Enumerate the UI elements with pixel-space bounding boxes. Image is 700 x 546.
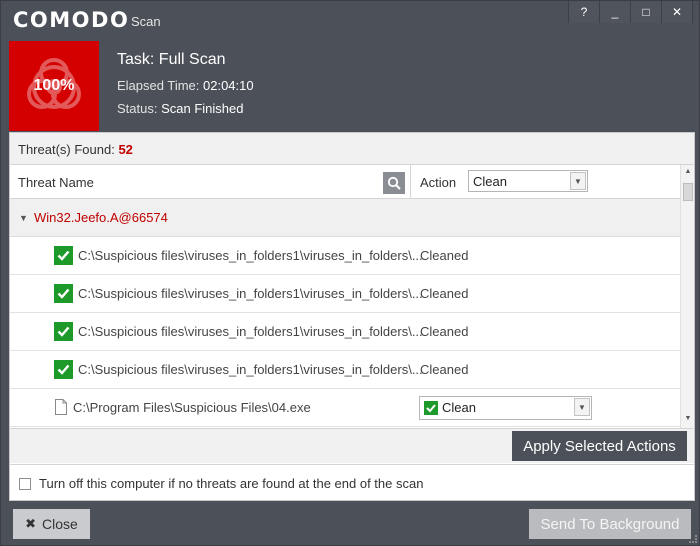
progress-percent: 100% (33, 77, 75, 94)
vertical-scrollbar[interactable]: ▲ ▼ (680, 165, 694, 428)
options-bar: Turn off this computer if no threats are… (10, 464, 694, 500)
threat-path: C:\Program Files\Suspicious Files\04.exe (73, 400, 311, 415)
collapse-arrow-icon[interactable]: ▼ (19, 213, 28, 223)
chevron-down-icon: ▼ (570, 172, 586, 190)
close-label: Close (42, 516, 78, 532)
table-row[interactable]: C:\Suspicious files\viruses_in_folders1\… (10, 313, 680, 351)
elapsed-line: Elapsed Time: 02:04:10 (117, 78, 254, 93)
window-controls: ? _ □ ✕ (568, 1, 693, 23)
elapsed-label: Elapsed Time: (117, 78, 200, 93)
table-row[interactable]: C:\Program Files\Suspicious Files\04.exe… (10, 389, 680, 427)
scroll-up-icon[interactable]: ▲ (681, 168, 695, 178)
threat-result: Cleaned (420, 324, 469, 339)
column-threat-name: Threat Name (18, 175, 94, 190)
threat-path: C:\Suspicious files\viruses_in_folders1\… (78, 362, 423, 377)
window-title: Scan (131, 14, 161, 29)
task-value: Full Scan (158, 51, 226, 68)
table-row[interactable]: C:\Suspicious files\viruses_in_folders1\… (10, 237, 680, 275)
apply-selected-actions-button[interactable]: Apply Selected Actions (512, 431, 687, 461)
scroll-down-icon[interactable]: ▼ (681, 415, 695, 425)
bulk-action-select[interactable]: Clean ▼ (468, 170, 588, 192)
table-row[interactable]: C:\Suspicious files\viruses_in_folders1\… (10, 351, 680, 389)
scan-status-header: 100% Task: Full Scan Elapsed Time: 02:04… (9, 41, 695, 131)
threat-group-row[interactable]: ▼ Win32.Jeefo.A@66574 (10, 199, 680, 237)
search-icon (387, 176, 401, 190)
close-icon: ✖ (25, 516, 37, 531)
scan-window: COMODO Scan ? _ □ ✕ 100% Task: Full Scan… (0, 0, 700, 546)
minimize-button[interactable]: _ (599, 1, 631, 23)
app-logo: COMODO (13, 8, 130, 32)
row-action-select[interactable]: Clean ▼ (419, 396, 592, 420)
threats-found-bar: Threat(s) Found: 52 (10, 133, 694, 165)
results-panel: Threat(s) Found: 52 Threat Name Action C… (9, 132, 695, 501)
chevron-down-icon: ▼ (574, 398, 590, 416)
shutdown-label: Turn off this computer if no threats are… (39, 476, 424, 491)
threat-group-name: Win32.Jeefo.A@66574 (34, 210, 168, 225)
threats-found-label: Threat(s) Found: (18, 142, 115, 157)
check-icon (54, 360, 73, 379)
threat-result: Cleaned (420, 286, 469, 301)
title-bar: COMODO Scan ? _ □ ✕ (1, 1, 699, 39)
task-line: Task: Full Scan (117, 51, 226, 69)
shutdown-checkbox[interactable] (19, 478, 31, 490)
column-divider (410, 165, 411, 199)
threats-found-count: 52 (118, 142, 133, 157)
maximize-button[interactable]: □ (630, 1, 662, 23)
status-label: Status: (117, 101, 158, 116)
table-header: Threat Name Action Clean ▼ (10, 165, 680, 199)
check-icon (54, 246, 73, 265)
check-icon (54, 284, 73, 303)
threat-result: Cleaned (420, 362, 469, 377)
scrollbar-thumb[interactable] (683, 183, 693, 201)
threat-path: C:\Suspicious files\viruses_in_folders1\… (78, 248, 423, 263)
row-action-value: Clean (442, 400, 476, 415)
threat-result: Cleaned (420, 248, 469, 263)
table-row[interactable]: C:\Suspicious files\viruses_in_folders1\… (10, 275, 680, 313)
threat-list: ▼ Win32.Jeefo.A@66574 C:\Suspicious file… (10, 199, 680, 427)
progress-indicator: 100% (9, 41, 99, 131)
apply-bar: Apply Selected Actions (10, 428, 694, 463)
elapsed-value: 02:04:10 (203, 78, 254, 93)
help-button[interactable]: ? (568, 1, 600, 23)
threat-path: C:\Suspicious files\viruses_in_folders1\… (78, 324, 423, 339)
search-button[interactable] (383, 172, 405, 194)
send-to-background-button[interactable]: Send To Background (529, 509, 691, 539)
status-line: Status: Scan Finished (117, 101, 243, 116)
close-button[interactable]: ✖ Close (13, 509, 90, 539)
bulk-action-value: Clean (473, 174, 507, 189)
check-icon (54, 322, 73, 341)
task-label: Task: (117, 51, 155, 68)
threat-path: C:\Suspicious files\viruses_in_folders1\… (78, 286, 423, 301)
status-value: Scan Finished (161, 101, 244, 116)
close-window-button[interactable]: ✕ (661, 1, 693, 23)
resize-grip-icon[interactable] (689, 535, 697, 543)
file-icon (55, 399, 67, 415)
column-action: Action (420, 175, 457, 190)
check-icon (424, 401, 438, 415)
